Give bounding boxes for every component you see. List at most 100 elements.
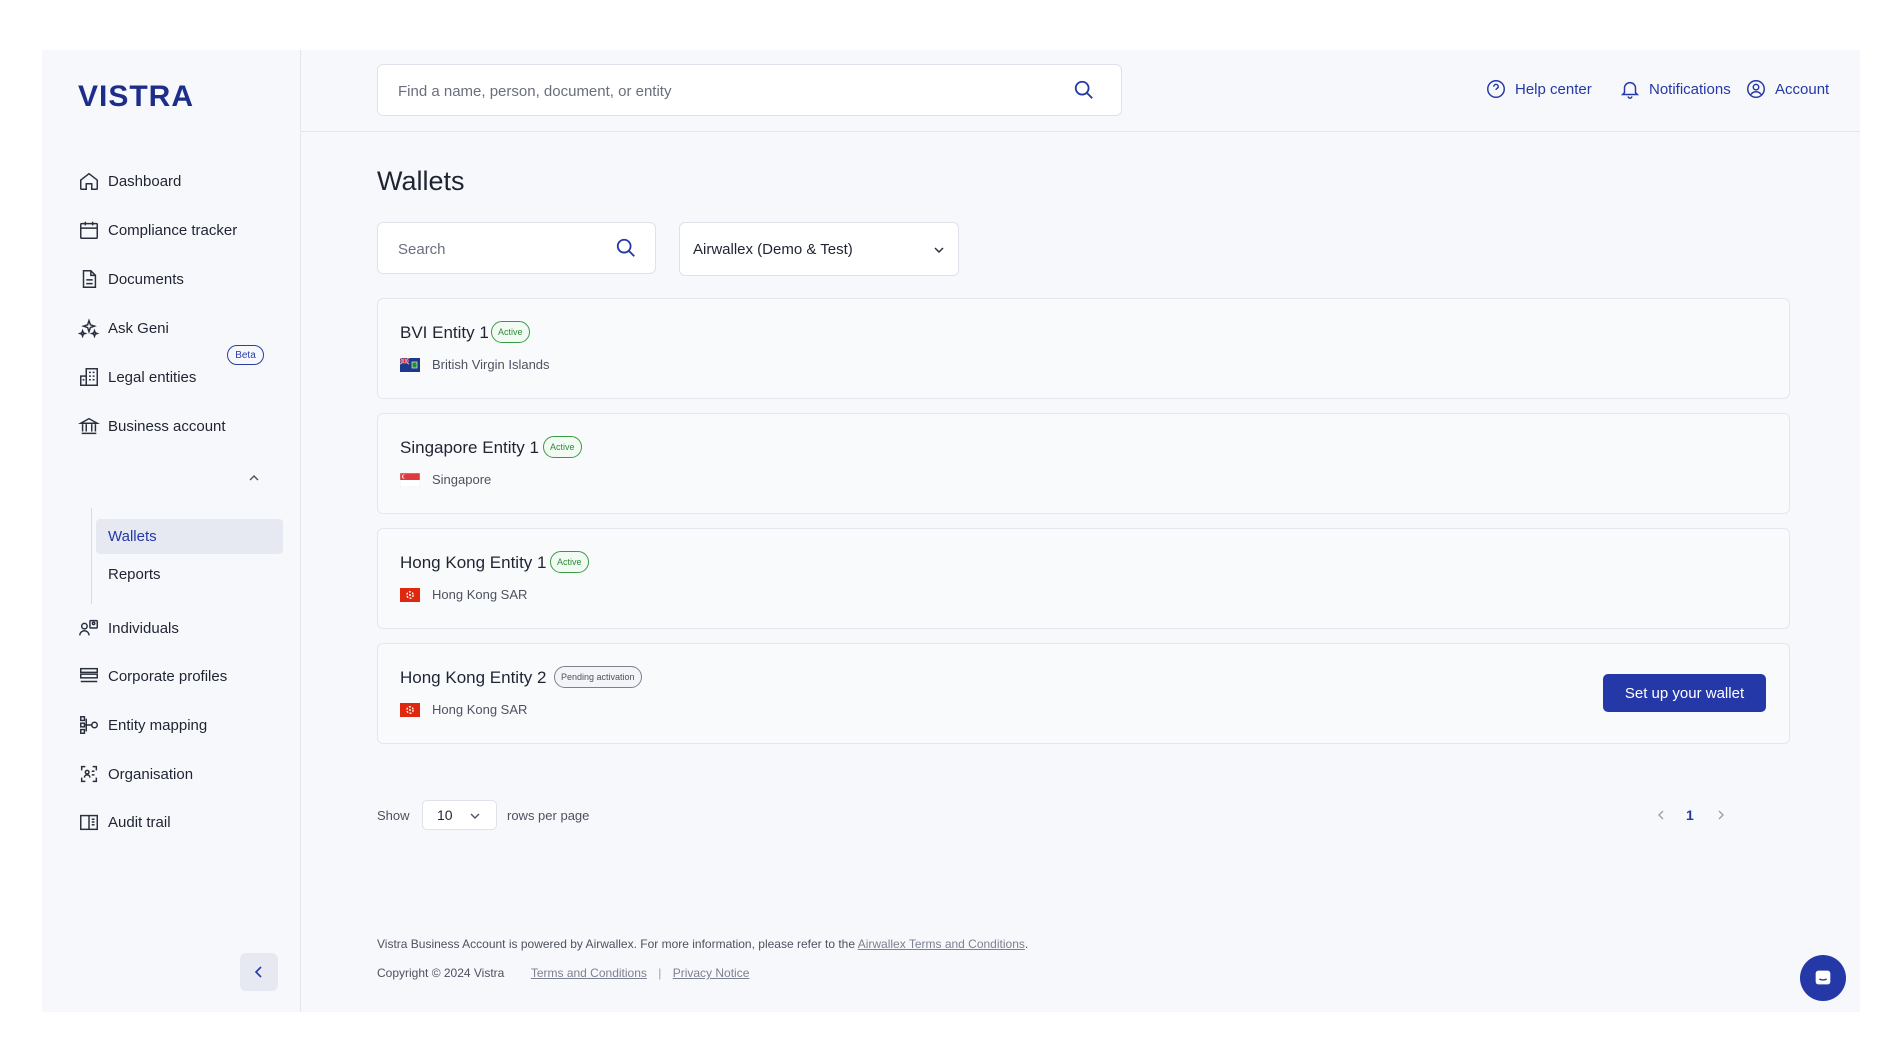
sidebar-item-label: Legal entities — [108, 368, 197, 386]
powered-by-text: Vistra Business Account is powered by Ai… — [377, 937, 1028, 951]
notifications-link[interactable]: Notifications — [1619, 78, 1731, 100]
sidebar-item-entity-mapping[interactable]: Entity mapping — [78, 710, 207, 740]
status-badge: Pending activation — [554, 666, 642, 688]
chat-icon — [1815, 970, 1831, 985]
rows-per-page-label: rows per page — [507, 808, 590, 823]
sidebar-item-audit-trail[interactable]: Audit trail — [78, 807, 171, 837]
entity-card[interactable]: Hong Kong Entity 1 Active Hong Kong SAR — [377, 528, 1790, 629]
sidebar-item-legal-entities[interactable]: Legal entities — [78, 362, 196, 392]
entity-card[interactable]: Singapore Entity 1 Active Singapore — [377, 413, 1790, 514]
rows-per-page-select[interactable]: 10 — [422, 800, 497, 830]
copyright: Copyright © 2024 Vistra — [377, 966, 505, 980]
account-label: Account — [1775, 80, 1830, 98]
show-label: Show — [377, 808, 410, 823]
account-select[interactable]: Airwallex (Demo & Test) — [679, 222, 959, 276]
sidebar-item-organisation[interactable]: Organisation — [78, 759, 193, 789]
entity-country: Hong Kong SAR — [400, 587, 527, 602]
sparkle-icon — [78, 318, 100, 339]
sidebar-item-compliance-tracker[interactable]: Compliance tracker — [78, 215, 237, 245]
help-center-link[interactable]: Help center — [1485, 78, 1592, 100]
document-icon — [82, 270, 97, 288]
privacy-link[interactable]: Privacy Notice — [673, 966, 750, 980]
bank-icon — [78, 417, 100, 435]
bell-icon — [1620, 81, 1640, 99]
sidebar-subitem-reports[interactable]: Reports — [96, 557, 283, 592]
building-icon — [80, 368, 98, 386]
vistra-logo[interactable]: VISTRA — [78, 80, 194, 114]
global-search-box — [377, 64, 1122, 116]
help-circle-icon — [1487, 80, 1505, 98]
user-circle-icon — [1747, 80, 1765, 98]
entity-name: Singapore Entity 1 — [400, 438, 539, 457]
entity-country: British Virgin Islands — [400, 357, 550, 372]
sidebar-item-dashboard[interactable]: Dashboard — [78, 166, 181, 196]
status-badge: Active — [543, 436, 582, 458]
terms-link[interactable]: Terms and Conditions — [531, 966, 647, 980]
bvi-flag-icon — [400, 357, 420, 372]
sidebar-item-label: Documents — [108, 270, 184, 288]
hong-kong-flag-icon — [400, 587, 420, 602]
help-center-label: Help center — [1515, 80, 1592, 98]
sidebar-item-documents[interactable]: Documents — [78, 264, 184, 294]
sidebar-item-label: Ask Geni — [108, 319, 169, 337]
sidebar-item-individuals[interactable]: Individuals — [78, 613, 179, 643]
individuals-icon — [79, 619, 98, 636]
wallet-search-box — [377, 222, 656, 274]
powered-by-label: Vistra Business Account is powered by Ai… — [377, 937, 856, 951]
page-title: Wallets — [377, 166, 465, 196]
sidebar-item-label: Business account — [108, 417, 226, 435]
entity-name: Hong Kong Entity 1 — [400, 553, 547, 572]
app-frame: VISTRA Dashboard Compliance tracker Docu… — [42, 50, 1860, 1012]
footer-legal: Copyright © 2024 Vistra Terms and Condit… — [377, 966, 749, 980]
entity-country-label: British Virgin Islands — [432, 357, 550, 372]
entity-card[interactable]: BVI Entity 1 Active British Virgin Islan… — [377, 298, 1790, 399]
footer-separator: | — [658, 966, 662, 980]
entity-country-label: Singapore — [432, 472, 492, 487]
collapse-sidebar-button[interactable] — [240, 953, 278, 991]
sidebar-subitem-wallets[interactable]: Wallets — [96, 519, 283, 554]
organisation-icon — [80, 765, 98, 783]
beta-badge: Beta — [227, 345, 264, 365]
calendar-icon — [80, 221, 98, 239]
search-icon[interactable] — [615, 237, 637, 259]
sidebar-item-label: Organisation — [108, 765, 194, 783]
sidebar-item-ask-geni[interactable]: Ask Geni — [78, 313, 169, 343]
airwallex-terms-link[interactable]: Airwallex Terms and Conditions — [858, 937, 1025, 951]
set-up-wallet-button[interactable]: Set up your wallet — [1603, 674, 1766, 712]
search-icon[interactable] — [1073, 79, 1095, 101]
entity-name: BVI Entity 1 — [400, 323, 489, 342]
current-page[interactable]: 1 — [1686, 807, 1694, 823]
sidebar-item-corporate-profiles[interactable]: Corporate profiles — [78, 661, 227, 691]
entity-country: Hong Kong SAR — [400, 702, 527, 717]
global-search-input[interactable] — [398, 79, 1038, 103]
submenu-line — [91, 508, 92, 604]
hong-kong-flag-icon — [400, 702, 420, 717]
chevron-down-icon — [470, 813, 480, 819]
entity-country-label: Hong Kong SAR — [432, 702, 528, 717]
status-badge: Active — [491, 321, 530, 343]
entity-country: Singapore — [400, 472, 491, 487]
wallet-search-input[interactable] — [398, 237, 598, 261]
sidebar-item-label: Dashboard — [108, 172, 182, 190]
pagination-row: Show 10 rows per page 1 — [377, 800, 1790, 830]
sidebar-item-label: Individuals — [108, 619, 179, 637]
singapore-flag-icon — [400, 472, 420, 487]
entity-card[interactable]: Hong Kong Entity 2 Pending activation Ho… — [377, 643, 1790, 744]
home-icon — [80, 172, 98, 190]
hierarchy-icon — [80, 716, 98, 734]
account-select-value: Airwallex (Demo & Test) — [693, 240, 853, 258]
entity-name: Hong Kong Entity 2 — [400, 668, 547, 687]
topbar: Help center Notifications Account — [301, 50, 1860, 132]
account-link[interactable]: Account — [1745, 78, 1829, 100]
notifications-label: Notifications — [1649, 80, 1731, 98]
chevron-down-icon — [934, 247, 944, 254]
chevron-up-icon[interactable] — [247, 471, 261, 485]
chevron-right-icon[interactable] — [1714, 808, 1728, 822]
sidebar-item-label: Audit trail — [108, 813, 171, 831]
chevron-left-icon[interactable] — [1654, 808, 1668, 822]
sidebar-item-label: Compliance tracker — [108, 221, 238, 239]
chat-launcher-button[interactable] — [1800, 955, 1846, 1001]
chevron-left-icon — [254, 966, 262, 978]
sidebar-item-business-account[interactable]: Business account — [78, 411, 226, 441]
status-badge: Active — [550, 551, 589, 573]
